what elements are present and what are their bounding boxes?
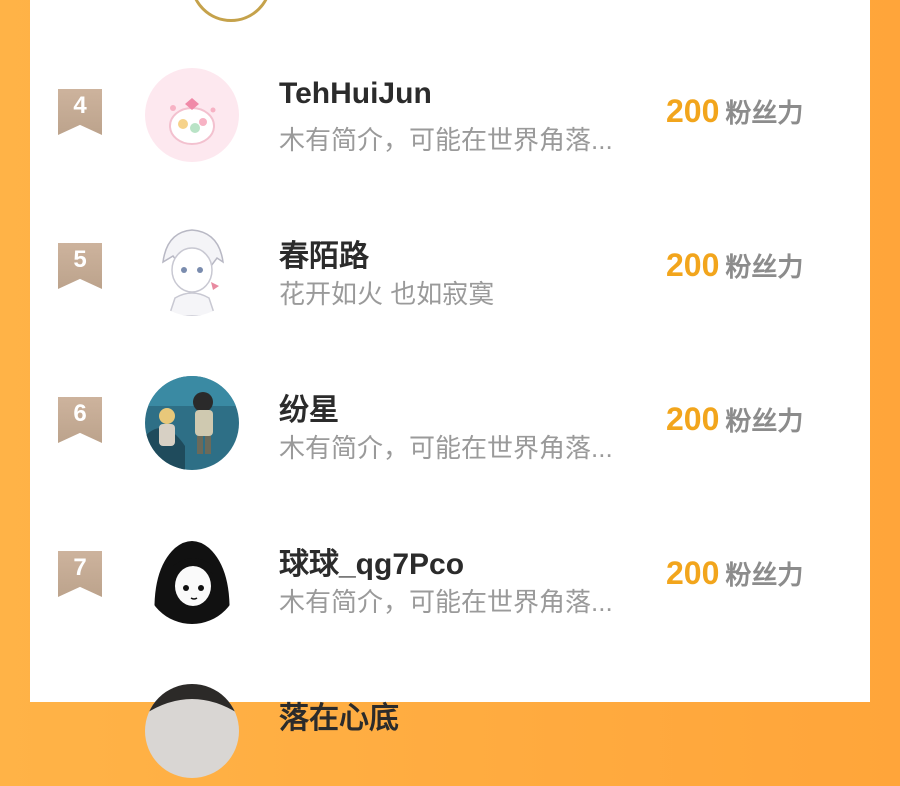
fan-power: 200 粉丝力 <box>666 555 803 592</box>
rank-badge: 7 <box>58 551 102 597</box>
fan-power: 200 粉丝力 <box>666 247 803 284</box>
avatar[interactable] <box>145 684 239 778</box>
avatar[interactable] <box>190 0 272 22</box>
list-item[interactable]: 6 纷星 木有简介，可能在世界角落... 200 粉丝力 <box>30 368 870 478</box>
fan-power-value: 200 <box>666 93 720 129</box>
rank-badge: 6 <box>58 397 102 443</box>
list-item[interactable]: 4 TehHuiJun 木有简介，可能在世界角落... 200 粉丝力 <box>30 60 870 170</box>
avatar[interactable] <box>145 530 239 624</box>
user-name[interactable]: TehHuiJun <box>279 77 432 111</box>
fan-ranking-card: 4 TehHuiJun 木有简介，可能在世界角落... 200 粉丝力 5 春陌… <box>30 0 870 778</box>
fan-power-value: 200 <box>666 247 720 283</box>
user-name[interactable]: 纷星 <box>279 385 339 429</box>
user-name[interactable]: 球球_qg7Pco <box>279 539 464 583</box>
avatar[interactable] <box>145 376 239 470</box>
fan-power-unit: 粉丝力 <box>725 98 804 128</box>
fan-power-unit: 粉丝力 <box>725 406 804 436</box>
rank-badge: 4 <box>58 89 102 135</box>
avatar[interactable] <box>145 222 239 316</box>
user-bio: 花开如火 也如寂寞 <box>279 279 495 309</box>
avatar[interactable] <box>145 68 239 162</box>
fan-power-unit: 粉丝力 <box>725 560 804 590</box>
list-item[interactable]: 7 球球_qg7Pco 木有简介，可能在世界角落... 200 粉丝力 <box>30 522 870 632</box>
list-item[interactable]: 落在心底 <box>30 676 870 786</box>
user-name[interactable]: 春陌路 <box>279 231 369 275</box>
user-bio: 木有简介，可能在世界角落... <box>279 433 613 463</box>
fan-power: 200 粉丝力 <box>666 93 803 130</box>
fan-power-value: 200 <box>666 555 720 591</box>
list-item[interactable]: 5 春陌路 花开如火 也如寂寞 200 粉丝力 <box>30 214 870 324</box>
user-bio: 木有简介，可能在世界角落... <box>279 587 613 617</box>
user-name[interactable]: 落在心底 <box>279 693 399 737</box>
fan-power-value: 200 <box>666 401 720 437</box>
user-bio: 木有简介，可能在世界角落... <box>279 125 613 155</box>
fan-power: 200 粉丝力 <box>666 401 803 438</box>
rank-badge: 5 <box>58 243 102 289</box>
fan-power-unit: 粉丝力 <box>725 252 804 282</box>
